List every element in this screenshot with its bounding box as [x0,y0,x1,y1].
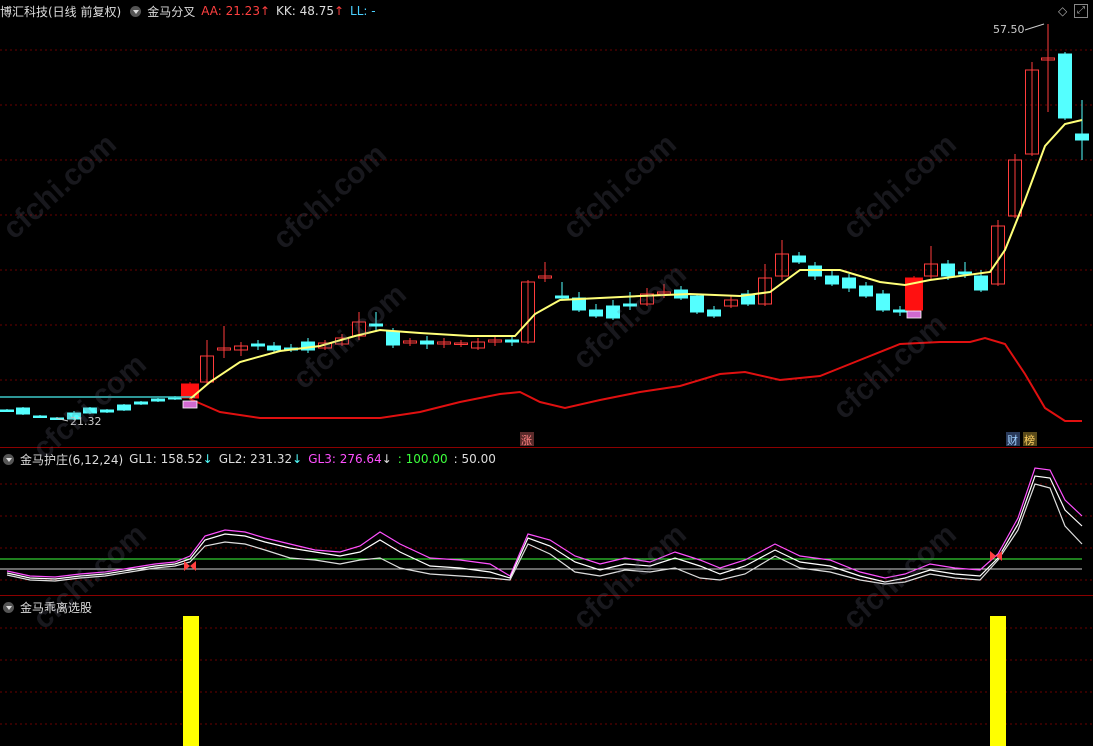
sub-indicator-name[interactable]: 金马护庄(6,12,24) [20,451,123,468]
candle-body [707,309,721,317]
candlestick-chart[interactable]: 57.50 21.32 涨 财榜 [0,0,1093,448]
candle-body [100,409,114,413]
high-price-pointer [1024,23,1045,31]
candle-body [33,415,47,418]
bottom-panel-header: 金马乖离选股 [0,598,98,616]
gl2-value: GL2: 231.32↓ [218,452,303,466]
signal-marker-icon [182,400,198,409]
event-tag-cai: 财 [1007,433,1018,447]
indicator-dropdown-icon[interactable] [3,601,14,613]
candle-body [83,407,97,414]
ll-value: LL: - [350,4,376,18]
oscillator-chart[interactable] [0,448,1093,596]
up-arrow-icon: ↑ [333,4,345,18]
candle-body [623,303,637,307]
candle-body [825,275,839,285]
candle-body [1075,133,1089,141]
main-indicator-name[interactable]: 金马分叉 [147,3,195,20]
level-50-label: : 50.00 [453,452,496,466]
candle-body [134,401,148,405]
candle-body [555,295,569,299]
candle-body [842,277,856,289]
signal-bar-chart[interactable] [0,596,1093,746]
candle-body [690,295,704,313]
candle-body [589,309,603,317]
bottom-indicator-name[interactable]: 金马乖离选股 [20,599,92,616]
sub-chart-panel[interactable]: 金马护庄(6,12,24) GL1: 158.52↓ GL2: 231.32↓ … [0,448,1093,596]
candle-body [974,275,988,291]
candle-body [606,305,620,319]
aa-value: AA: 21.23↑ [201,4,271,18]
event-tag-zhang: 涨 [521,434,532,447]
candle-body [251,343,265,347]
signal-bar [183,616,199,746]
candle-body [893,309,907,313]
main-chart-panel[interactable]: 博汇科技(日线 前复权) 金马分叉 AA: 21.23↑ KK: 48.75↑ … [0,0,1093,448]
indicator-dropdown-icon[interactable] [3,453,14,465]
maximize-icon[interactable]: ⤢ [1074,4,1088,18]
moving-average-line [189,119,1083,400]
candle-body [958,271,972,275]
candle-body [369,323,383,327]
candle-body [876,293,890,311]
low-price-label: 21.32 [70,415,102,428]
candle-body [0,409,14,412]
level-100-label: : 100.00 [397,452,448,466]
up-arrow-icon: ↑ [259,4,271,18]
high-price-label: 57.50 [993,23,1025,36]
indicator-dropdown-icon[interactable] [130,5,142,17]
stock-title: 博汇科技(日线 前复权) [0,4,122,19]
down-arrow-icon: ↓ [381,452,392,466]
kk-value: KK: 48.75↑ [276,4,345,18]
candle-body [859,285,873,297]
main-panel-header: 博汇科技(日线 前复权) 金马分叉 AA: 21.23↑ KK: 48.75↑ … [0,2,382,20]
signal-marker-icon [906,310,922,319]
candle-body [16,407,30,415]
gl1-value: GL1: 158.52↓ [129,452,213,466]
candle-body [1058,53,1072,119]
event-tag-bang: 榜 [1024,433,1035,447]
candle-body [181,383,199,399]
down-arrow-icon: ↓ [292,452,303,466]
candle-body [267,345,281,351]
down-arrow-icon: ↓ [202,452,213,466]
signal-bar [990,616,1006,746]
candle-body [505,339,519,343]
bottom-chart-panel[interactable]: 金马乖离选股 [0,596,1093,746]
candle-body [420,340,434,345]
candle-body [151,398,165,402]
candle-body [941,263,955,277]
sub-panel-header: 金马护庄(6,12,24) GL1: 158.52↓ GL2: 231.32↓ … [0,450,502,468]
candle-body [386,331,400,346]
gl3-value: GL3: 276.64↓ [308,452,392,466]
candle-body [117,404,131,411]
collapse-icon[interactable]: ◇ [1058,4,1067,18]
candle-body [792,255,806,263]
